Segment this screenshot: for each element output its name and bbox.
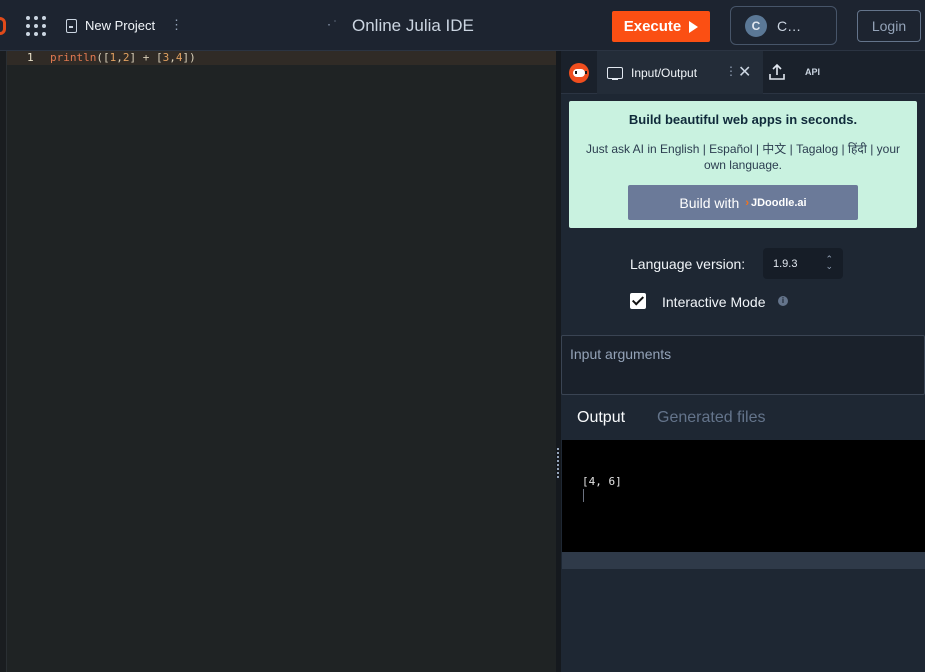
file-icon [66, 19, 77, 33]
cpp-logo-icon: C [745, 14, 767, 37]
monitor-icon [607, 66, 623, 80]
interactive-mode-checkbox[interactable] [630, 293, 646, 309]
input-arguments-box[interactable] [561, 335, 925, 395]
execute-button[interactable]: Execute [612, 11, 710, 42]
upload-icon[interactable] [769, 63, 785, 81]
language-switch-button[interactable]: C C… [730, 6, 837, 45]
ai-assistant-icon[interactable] [569, 63, 589, 83]
top-bar: New Project ⋮ ·˙ Online Julia IDE Execut… [0, 0, 925, 51]
output-text: [4, 6] [582, 475, 622, 488]
language-version-value: 1.9.3 [773, 257, 798, 270]
build-button-label: Build with [679, 194, 740, 211]
info-icon[interactable]: i [778, 296, 788, 306]
drag-handle-icon[interactable] [556, 448, 560, 480]
promo-banner: Build beautiful web apps in seconds. Jus… [569, 101, 917, 228]
tab-input-output-label: Input/Output [631, 65, 698, 80]
select-caret-icon: ⌃ ⌄ [825, 254, 833, 271]
output-console[interactable]: [4, 6] [562, 440, 925, 552]
julia-language-icon: ·˙ [326, 20, 339, 31]
language-switch-label: C… [777, 17, 802, 34]
promo-title: Build beautiful web apps in seconds. [628, 112, 858, 127]
promo-subtitle: Just ask AI in English | Español | 中文 | … [585, 142, 901, 172]
code-editor[interactable]: 1 println([1,2] + [3,4]) [0, 51, 558, 672]
tab-output[interactable]: Output [577, 409, 625, 427]
project-menu-icon[interactable]: ⋮ [170, 17, 183, 33]
tab-generated-files[interactable]: Generated files [657, 409, 766, 427]
io-panel: Input/Output ⋮ ✕ API Build beautiful web… [561, 51, 925, 672]
output-tab-bar: Output Generated files [561, 400, 925, 440]
language-version-label: Language version: [630, 256, 746, 272]
line-number: 1 [27, 51, 34, 64]
apps-grid-icon[interactable] [26, 16, 46, 36]
output-cursor [583, 489, 584, 502]
output-scrollbar[interactable] [562, 552, 925, 569]
execute-label: Execute [623, 18, 682, 35]
project-name[interactable]: New Project [85, 18, 155, 33]
code-text[interactable]: println([1,2] + [3,4]) [50, 51, 196, 65]
play-icon [689, 20, 699, 33]
close-icon[interactable]: ✕ [738, 62, 751, 82]
input-arguments-field[interactable] [562, 336, 924, 394]
jdoodle-logo-icon[interactable] [0, 17, 6, 35]
page-title: Online Julia IDE [352, 16, 474, 35]
jdoodle-ai-brand: JDoodle.ai [750, 196, 807, 209]
editor-gutter [0, 51, 7, 672]
code-line[interactable]: 1 println([1,2] + [3,4]) [7, 51, 558, 65]
language-version-select[interactable]: 1.9.3 ⌃ ⌄ [763, 248, 843, 279]
jdoodle-ai-logo: › JDoodle.ai [745, 196, 807, 209]
login-button[interactable]: Login [857, 10, 921, 42]
tab-menu-icon[interactable]: ⋮ [725, 64, 737, 78]
interactive-mode-label: Interactive Mode [662, 294, 766, 310]
tab-api[interactable]: API [805, 67, 820, 77]
panel-tab-bar: Input/Output ⋮ ✕ API [561, 51, 925, 94]
build-with-ai-button[interactable]: Build with › JDoodle.ai [628, 185, 858, 220]
